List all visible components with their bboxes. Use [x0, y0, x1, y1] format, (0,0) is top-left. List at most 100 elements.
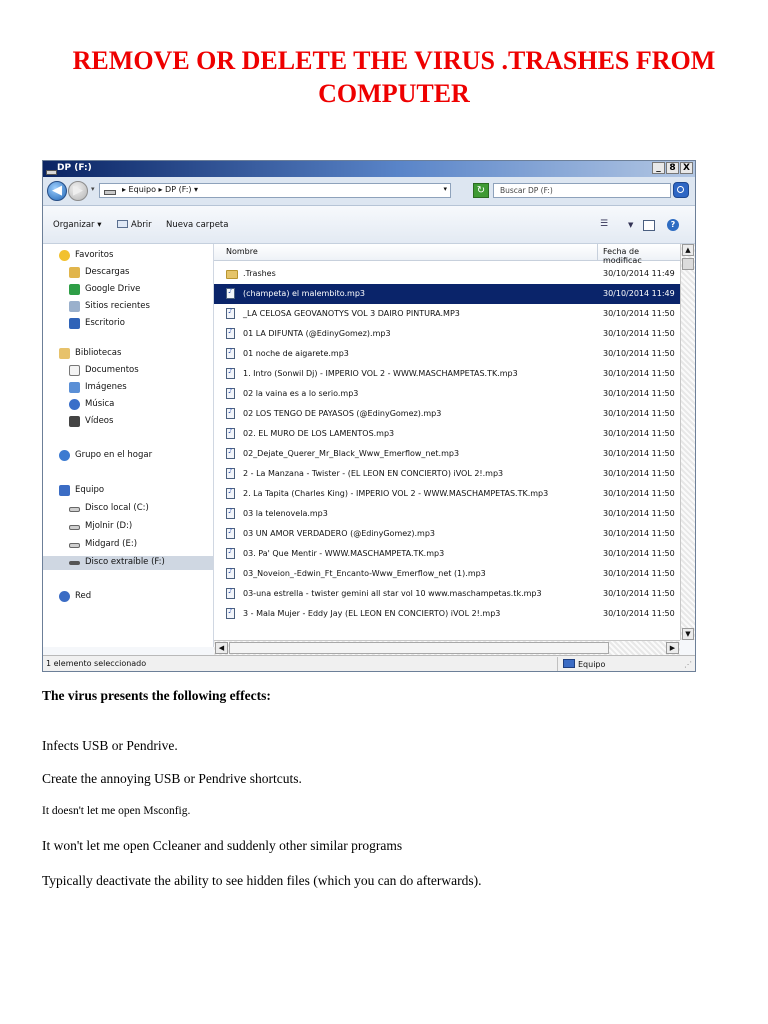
audio-file-icon: [226, 507, 235, 519]
drive-icon: [69, 543, 80, 548]
recent-places-icon: [69, 301, 80, 312]
audio-file-icon: [226, 567, 235, 579]
file-date: 30/10/2014 11:50: [603, 469, 675, 478]
table-row[interactable]: 2 - La Manzana - Twister - (EL LEON EN C…: [214, 464, 680, 484]
table-row[interactable]: 03. Pa' Que Mentir - WWW.MASCHAMPETA.TK.…: [214, 544, 680, 564]
file-name: 2 - La Manzana - Twister - (EL LEON EN C…: [243, 469, 504, 478]
column-name-header[interactable]: Nombre: [226, 247, 258, 256]
google-drive-icon: [69, 284, 80, 295]
audio-file-icon: [226, 467, 235, 479]
nav-disco-d[interactable]: Mjolnir (D:): [43, 520, 213, 534]
nav-disco-e[interactable]: Midgard (E:): [43, 538, 213, 552]
table-row[interactable]: (champeta) el malembito.mp3 30/10/2014 11…: [214, 284, 680, 304]
column-divider[interactable]: [597, 244, 598, 260]
nav-disco-f[interactable]: Disco extraíble (F:): [43, 556, 213, 570]
views-dropdown-icon[interactable]: ▼: [628, 221, 633, 229]
table-row[interactable]: 03_Noveion_-Edwin_Ft_Encanto-Www_Emerflo…: [214, 564, 680, 584]
status-computer: Equipo: [563, 659, 605, 669]
recent-pages-dropdown-icon[interactable]: ▾: [91, 185, 95, 193]
audio-file-icon: [226, 367, 235, 379]
audio-file-icon: [226, 527, 235, 539]
maximize-button[interactable]: 8: [666, 162, 679, 174]
vertical-scrollbar[interactable]: ▲ ▼: [680, 244, 695, 640]
table-row[interactable]: 2. La Tapita (Charles King) - IMPERIO VO…: [214, 484, 680, 504]
nav-equipo[interactable]: Equipo: [43, 484, 213, 498]
file-name: 03-una estrella - twister gemini all sta…: [243, 589, 542, 598]
forward-button[interactable]: ▶: [68, 181, 88, 201]
table-row[interactable]: 02 la vaina es a lo serio.mp3 30/10/2014 …: [214, 384, 680, 404]
scroll-left-arrow[interactable]: ◀: [215, 642, 228, 654]
breadcrumb[interactable]: ▸ Equipo ▸ DP (F:) ▾: [122, 185, 198, 194]
videos-icon: [69, 416, 80, 427]
nav-favorites[interactable]: Favoritos: [43, 249, 213, 263]
file-name: 03 la telenovela.mp3: [243, 509, 328, 518]
table-row[interactable]: 02. EL MURO DE LOS LAMENTOS.mp3 30/10/201…: [214, 424, 680, 444]
table-row[interactable]: 3 - Mala Mujer - Eddy Jay (EL LEON EN CO…: [214, 604, 680, 624]
nav-red[interactable]: Red: [43, 590, 213, 604]
table-row[interactable]: 1. Intro (Sonwil Dj) - IMPERIO VOL 2 - W…: [214, 364, 680, 384]
column-date-header[interactable]: Fecha de modificac: [603, 247, 680, 265]
file-list: Nombre Fecha de modificac .Trashes 30/10/…: [214, 244, 680, 640]
organize-button[interactable]: Organizar ▾: [53, 220, 102, 230]
table-row[interactable]: 02 LOS TENGO DE PAYASOS (@EdinyGomez).mp…: [214, 404, 680, 424]
close-button[interactable]: X: [680, 162, 693, 174]
file-date: 30/10/2014 11:50: [603, 429, 675, 438]
nav-sitios[interactable]: Sitios recientes: [43, 300, 213, 314]
address-bar[interactable]: ▸ Equipo ▸ DP (F:) ▾ ▾: [99, 183, 451, 198]
horizontal-scrollbar[interactable]: ◀ ▶: [214, 640, 680, 655]
table-row[interactable]: 02_Dejate_Querer_Mr_Black_Www_Emerflow_n…: [214, 444, 680, 464]
file-date: 30/10/2014 11:49: [603, 289, 675, 298]
table-row[interactable]: _LA CELOSA GEOVANOTYS VOL 3 DAIRO PINTUR…: [214, 304, 680, 324]
effects-heading: The virus presents the following effects…: [42, 688, 271, 703]
status-bar: 1 elemento seleccionado Equipo ⋰: [43, 655, 695, 671]
table-row[interactable]: 03 la telenovela.mp3 30/10/2014 11:50: [214, 504, 680, 524]
scroll-down-arrow[interactable]: ▼: [682, 628, 694, 640]
removable-drive-icon: [69, 561, 80, 565]
nav-descargas[interactable]: Descargas: [43, 266, 213, 280]
address-dropdown-icon[interactable]: ▾: [443, 185, 447, 193]
table-row[interactable]: .Trashes 30/10/2014 11:49: [214, 264, 680, 284]
horizontal-scroll-thumb[interactable]: [229, 642, 609, 654]
file-date: 30/10/2014 11:50: [603, 329, 675, 338]
command-bar: Organizar ▾ Abrir Nueva carpeta ☰ ▼ ?: [43, 206, 695, 244]
effect-item: Create the annoying USB or Pendrive shor…: [42, 771, 302, 786]
table-row[interactable]: 01 LA DIFUNTA (@EdinyGomez).mp3 30/10/201…: [214, 324, 680, 344]
minimize-button[interactable]: _: [652, 162, 665, 174]
file-name: 03 UN AMOR VERDADERO (@EdinyGomez).mp3: [243, 529, 435, 538]
search-input[interactable]: Buscar DP (F:): [493, 183, 671, 198]
scroll-thumb[interactable]: [682, 258, 694, 270]
back-button[interactable]: ◀: [47, 181, 67, 201]
address-bar-area: ◀ ▶ ▾ ▸ Equipo ▸ DP (F:) ▾ ▾ ↻ Buscar DP…: [43, 177, 695, 206]
open-button[interactable]: Abrir: [117, 220, 152, 230]
nav-disco-c[interactable]: Disco local (C:): [43, 502, 213, 516]
music-icon: [69, 399, 80, 410]
nav-videos[interactable]: Vídeos: [43, 415, 213, 429]
nav-google-drive[interactable]: Google Drive: [43, 283, 213, 297]
table-row[interactable]: 01 noche de aigarete.mp3 30/10/2014 11:50: [214, 344, 680, 364]
open-icon: [117, 220, 128, 228]
nav-grupo-hogar[interactable]: Grupo en el hogar: [43, 449, 213, 463]
help-icon[interactable]: ?: [667, 219, 679, 231]
search-icon[interactable]: [673, 182, 689, 198]
nav-imagenes[interactable]: Imágenes: [43, 381, 213, 395]
table-row[interactable]: 03-una estrella - twister gemini all sta…: [214, 584, 680, 604]
audio-file-icon: [226, 387, 235, 399]
scroll-right-arrow[interactable]: ▶: [666, 642, 679, 654]
nav-escritorio[interactable]: Escritorio: [43, 317, 213, 331]
refresh-button[interactable]: ↻: [473, 183, 489, 198]
nav-documentos[interactable]: Documentos: [43, 364, 213, 378]
preview-pane-icon[interactable]: [643, 220, 655, 231]
star-icon: [59, 250, 70, 261]
views-icon[interactable]: ☰: [600, 219, 608, 229]
new-folder-button[interactable]: Nueva carpeta: [166, 220, 228, 230]
libraries-icon: [59, 348, 70, 359]
file-name: 02 la vaina es a lo serio.mp3: [243, 389, 359, 398]
table-row[interactable]: 03 UN AMOR VERDADERO (@EdinyGomez).mp3 30…: [214, 524, 680, 544]
window-titlebar[interactable]: DP (F:) _ 8 X: [43, 161, 695, 177]
drive-icon: [69, 507, 80, 512]
nav-musica[interactable]: Música: [43, 398, 213, 412]
nav-bibliotecas[interactable]: Bibliotecas: [43, 347, 213, 361]
scroll-up-arrow[interactable]: ▲: [682, 244, 694, 256]
resize-grip-icon[interactable]: ⋰: [684, 660, 692, 669]
file-name: _LA CELOSA GEOVANOTYS VOL 3 DAIRO PINTUR…: [243, 309, 460, 318]
